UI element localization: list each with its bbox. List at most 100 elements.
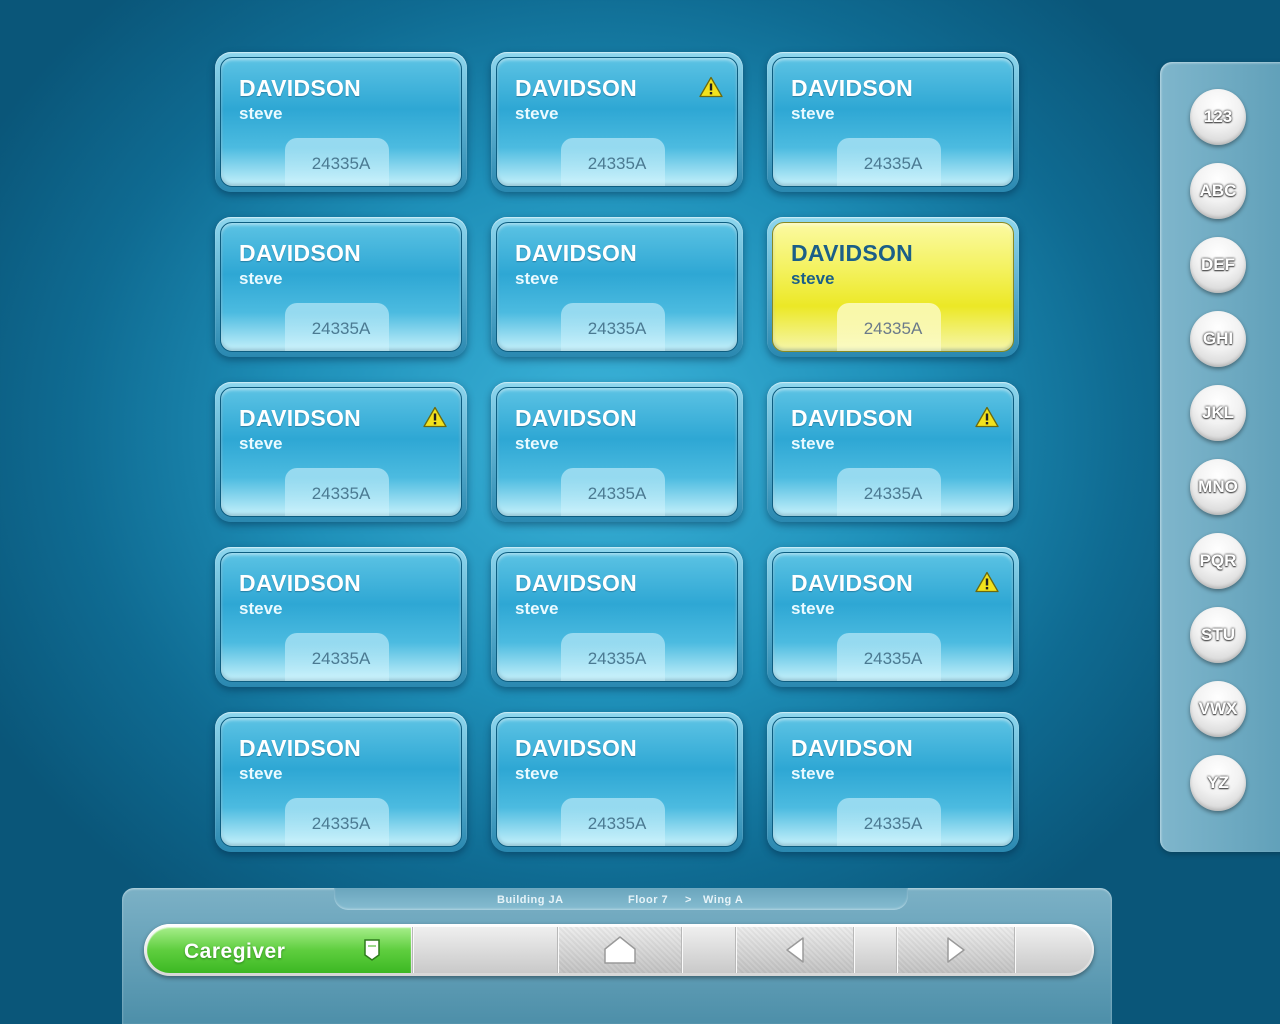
- patient-first-name: steve: [515, 764, 559, 783]
- breadcrumb-separator: >: [685, 894, 692, 906]
- patient-card[interactable]: DAVIDSON steve 24335A: [215, 547, 467, 687]
- caregiver-button[interactable]: Caregiver: [147, 927, 411, 973]
- patient-card-body: DAVIDSON steve 24335A: [772, 57, 1014, 187]
- id-badge-icon: [363, 939, 381, 961]
- patient-first-name: steve: [515, 599, 559, 618]
- alpha-index-button[interactable]: JKL: [1190, 385, 1246, 441]
- patient-card[interactable]: DAVIDSON steve 24335A: [491, 712, 743, 852]
- home-button[interactable]: [557, 927, 681, 973]
- alpha-index-button[interactable]: ABC: [1190, 163, 1246, 219]
- patient-card[interactable]: DAVIDSON steve 24335A: [767, 712, 1019, 852]
- patient-first-name: steve: [791, 599, 835, 618]
- patient-first-name: steve: [791, 434, 835, 453]
- alpha-index-button[interactable]: GHI: [1190, 311, 1246, 367]
- home-icon: [603, 935, 637, 965]
- patient-first-name: steve: [791, 269, 835, 288]
- warning-icon: [975, 406, 999, 428]
- patient-last-name: DAVIDSON: [239, 405, 362, 431]
- patient-card-body: DAVIDSON steve 24335A: [772, 717, 1014, 847]
- patient-card[interactable]: DAVIDSON steve 24335A: [215, 52, 467, 192]
- patient-card[interactable]: DAVIDSON steve 24335A: [491, 382, 743, 522]
- patient-id: 24335A: [311, 814, 371, 833]
- patient-card[interactable]: DAVIDSON steve 24335A: [767, 547, 1019, 687]
- patient-id: 24335A: [311, 484, 371, 503]
- building-label: Building JA: [497, 894, 564, 906]
- patient-card-body: DAVIDSON steve 24335A: [772, 387, 1014, 517]
- alpha-index-button[interactable]: MNO: [1190, 459, 1246, 515]
- patient-card-body: DAVIDSON steve 24335A: [496, 222, 738, 352]
- patient-card[interactable]: DAVIDSON steve 24335A: [215, 217, 467, 357]
- patient-card[interactable]: DAVIDSON steve 24335A: [491, 52, 743, 192]
- patient-id: 24335A: [311, 649, 371, 668]
- patient-first-name: steve: [515, 434, 559, 453]
- alpha-index-button[interactable]: PQR: [1190, 533, 1246, 589]
- patient-card-body: DAVIDSON steve 24335A: [496, 717, 738, 847]
- alpha-index-button[interactable]: DEF: [1190, 237, 1246, 293]
- patient-card-body: DAVIDSON steve 24335A: [496, 552, 738, 682]
- floor-label: Floor 7: [628, 894, 669, 906]
- patient-first-name: steve: [791, 764, 835, 783]
- blank-segment-2[interactable]: [681, 927, 735, 973]
- patient-first-name: steve: [239, 104, 283, 123]
- warning-icon: [423, 406, 447, 428]
- alpha-index-button[interactable]: YZ: [1190, 755, 1246, 811]
- arrow-left-icon: [784, 936, 806, 964]
- patient-last-name: DAVIDSON: [791, 75, 914, 101]
- patient-id: 24335A: [587, 484, 647, 503]
- patient-first-name: steve: [239, 434, 283, 453]
- patient-card-body: DAVIDSON steve 24335A: [772, 222, 1014, 352]
- patient-first-name: steve: [791, 104, 835, 123]
- patient-last-name: DAVIDSON: [515, 75, 638, 101]
- patient-last-name: DAVIDSON: [515, 570, 638, 596]
- blank-segment-4[interactable]: [1014, 927, 1092, 973]
- patient-last-name: DAVIDSON: [239, 735, 362, 761]
- forward-button[interactable]: [896, 927, 1014, 973]
- patient-id: 24335A: [587, 649, 647, 668]
- arrow-right-icon: [945, 936, 967, 964]
- bottom-control-panel: Building JA Floor 7 > Wing A Caregiver: [122, 888, 1112, 1024]
- patient-card-body: DAVIDSON steve 24335A: [220, 717, 462, 847]
- patient-card[interactable]: DAVIDSON steve 24335A: [215, 382, 467, 522]
- patient-card-body: DAVIDSON steve 24335A: [772, 552, 1014, 682]
- blank-segment-1[interactable]: [412, 927, 557, 973]
- patient-last-name: DAVIDSON: [239, 240, 362, 266]
- patient-card[interactable]: DAVIDSON steve 24335A: [767, 217, 1019, 357]
- patient-first-name: steve: [239, 269, 283, 288]
- patient-grid: DAVIDSON steve 24335A DAVIDSON steve 24335A DA…: [215, 52, 1025, 862]
- patient-last-name: DAVIDSON: [515, 735, 638, 761]
- patient-id: 24335A: [863, 154, 923, 173]
- blank-segment-3[interactable]: [853, 927, 896, 973]
- alpha-index-button[interactable]: 123: [1190, 89, 1246, 145]
- patient-card[interactable]: DAVIDSON steve 24335A: [767, 382, 1019, 522]
- patient-last-name: DAVIDSON: [791, 240, 914, 266]
- patient-last-name: DAVIDSON: [791, 735, 914, 761]
- patient-first-name: steve: [515, 269, 559, 288]
- location-breadcrumb: Building JA Floor 7 > Wing A: [334, 888, 908, 910]
- patient-id: 24335A: [311, 319, 371, 338]
- patient-last-name: DAVIDSON: [791, 405, 914, 431]
- patient-first-name: steve: [239, 599, 283, 618]
- patient-card[interactable]: DAVIDSON steve 24335A: [491, 217, 743, 357]
- patient-first-name: steve: [239, 764, 283, 783]
- patient-card-body: DAVIDSON steve 24335A: [496, 57, 738, 187]
- alpha-index-button[interactable]: STU: [1190, 607, 1246, 663]
- patient-card[interactable]: DAVIDSON steve 24335A: [767, 52, 1019, 192]
- control-bar: Caregiver: [144, 924, 1094, 976]
- back-button[interactable]: [735, 927, 853, 973]
- warning-icon: [975, 571, 999, 593]
- patient-last-name: DAVIDSON: [515, 405, 638, 431]
- patient-card[interactable]: DAVIDSON steve 24335A: [215, 712, 467, 852]
- patient-last-name: DAVIDSON: [239, 570, 362, 596]
- patient-card-body: DAVIDSON steve 24335A: [220, 57, 462, 187]
- alpha-index-button[interactable]: VWX: [1190, 681, 1246, 737]
- patient-id: 24335A: [863, 319, 923, 338]
- patient-last-name: DAVIDSON: [791, 570, 914, 596]
- warning-icon: [699, 76, 723, 98]
- patient-id: 24335A: [311, 154, 371, 173]
- patient-id: 24335A: [587, 154, 647, 173]
- alphabet-index-panel: 123 ABC DEF GHI JKL MNO PQR STU VWX YZ: [1160, 62, 1280, 852]
- patient-card-body: DAVIDSON steve 24335A: [220, 222, 462, 352]
- patient-last-name: DAVIDSON: [515, 240, 638, 266]
- patient-id: 24335A: [863, 484, 923, 503]
- patient-card[interactable]: DAVIDSON steve 24335A: [491, 547, 743, 687]
